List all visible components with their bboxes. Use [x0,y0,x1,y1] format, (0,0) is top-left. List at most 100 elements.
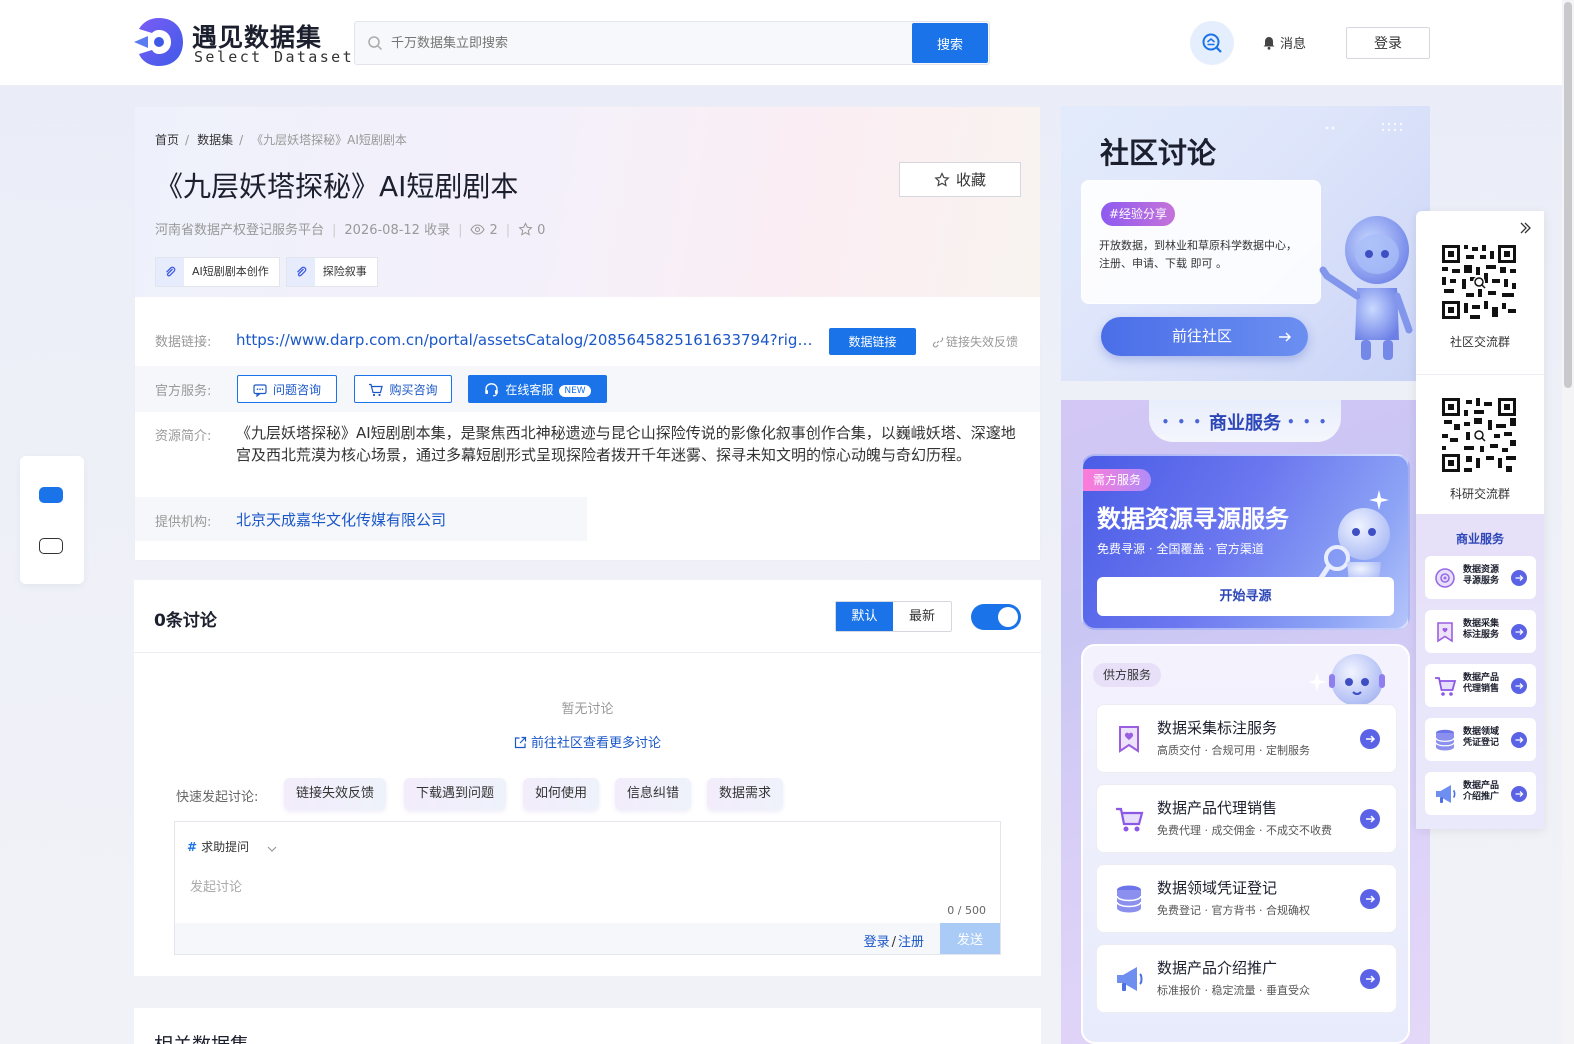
demand-service-card[interactable]: 需方服务 数据资源寻源服务 免费寻源 · 全国覆盖 · 官方渠道 开始寻源 [1081,454,1410,630]
search-icon [368,36,383,51]
view-toggle-filled-icon[interactable] [39,487,63,503]
right-float-panel: 社区交流群 科研交流群 商业服务 数据资源 寻源服务 数据采集 标注服务 数据产… [1416,211,1544,829]
editor-register-link[interactable]: 注册 [898,935,924,950]
link-feedback-label: 链接失效反馈 [946,335,1019,349]
side-item-annotation[interactable]: 数据采集 标注服务 [1425,610,1536,653]
target-icon [1435,568,1455,588]
arrow-circle-icon [1511,678,1527,694]
logo-subtitle: Select Dataset [194,48,355,66]
scrollbar-thumb[interactable] [1564,2,1572,388]
business-title: • • • 商业服务 • • • [1149,409,1341,435]
view-count: 2 [489,223,498,238]
collapse-chevron-icon[interactable] [1519,221,1531,235]
char-counter: 0 / 500 [947,904,986,917]
source-platform: 河南省数据产权登记服务平台 [155,223,325,238]
send-button[interactable]: 发送 [940,923,1000,954]
quick-chip[interactable]: 信息纠错 [615,778,692,810]
tag-item[interactable]: AI短剧剧本创作 [155,257,280,287]
site-logo[interactable]: 遇见数据集 Select Dataset [134,16,352,72]
arrow-circle-icon [1511,570,1527,586]
cart-icon [1116,807,1144,832]
side-item-label: 数据产品 代理销售 [1463,673,1511,695]
discussion-input[interactable]: 发起讨论 [190,876,242,895]
external-link-icon [514,736,527,749]
arrow-circle-icon [1360,889,1380,909]
supply-item-agency-sales[interactable]: 数据产品代理销售 免费代理 · 成交佣金 · 不成交不收费 [1096,784,1397,853]
quick-discuss-label: 快速发起讨论: [176,790,259,805]
supply-badge: 供方服务 [1093,663,1162,687]
sort-latest-tab[interactable]: 最新 [893,602,951,631]
data-link[interactable]: https://www.darp.com.cn/portal/assetsCat… [236,331,816,349]
purchase-consult-button[interactable]: 购买咨询 [354,375,452,403]
favorite-button[interactable]: 收藏 [899,162,1021,197]
community-more-link[interactable]: 前往社区查看更多讨论 [134,732,1041,751]
demand-badge: 需方服务 [1083,469,1152,491]
search-input[interactable] [391,22,911,64]
quick-chip[interactable]: 数据需求 [707,778,784,810]
supply-item-annotation[interactable]: 数据采集标注服务 高质交付 · 合规可用 · 定制服务 [1096,704,1397,773]
dataset-meta: 河南省数据产权登记服务平台 | 2026-08-12 收录 | 2 | 0 [155,222,546,238]
detail-header-area: 首页 / 数据集 / 《九层妖塔探秘》AI短剧剧本 《九层妖塔探秘》AI短剧剧本 收藏 … [135,107,1040,297]
start-sourcing-button[interactable]: 开始寻源 [1097,577,1394,616]
side-item-line2: 凭证登记 [1463,738,1500,748]
side-item-label: 数据产品 介绍推广 [1463,781,1511,803]
qr-code-icon [1440,243,1518,321]
empty-state: 暂无讨论 [561,702,614,717]
data-link-button[interactable]: 数据链接 [829,328,916,355]
question-consult-button[interactable]: 问题咨询 [237,375,337,403]
side-item-sourcing[interactable]: 数据资源 寻源服务 [1425,556,1536,599]
eye-icon [470,224,486,235]
provider-link[interactable]: 北京天成嘉华文化传媒有限公司 [236,509,446,530]
breadcrumb-home[interactable]: 首页 [155,133,179,147]
messages-link[interactable]: 消息 [1262,33,1306,52]
demand-title: 数据资源寻源服务 [1097,505,1289,533]
side-item-registration[interactable]: 数据领域 凭证登记 [1425,718,1536,761]
editor-footer: 登录 / 注册 发送 [175,923,1000,954]
star-outline-icon [518,222,533,236]
chevron-down-icon [267,846,277,852]
cart-icon [1435,677,1457,696]
quick-chip[interactable]: 如何使用 [523,778,600,810]
go-community-label: 前往社区 [1172,327,1233,345]
robot-magnifier-icon [1318,490,1390,582]
breadcrumb-datasets[interactable]: 数据集 [197,133,233,147]
quick-chip[interactable]: 链接失效反馈 [284,778,387,810]
supply-item-subtitle: 标准报价 · 稳定流量 · 垂直受众 [1157,984,1310,997]
logo-icon [134,18,183,66]
supply-item-promotion[interactable]: 数据产品介绍推广 标准报价 · 稳定流量 · 垂直受众 [1096,944,1397,1013]
tag-item[interactable]: 探险叙事 [285,257,378,287]
official-service-row: 官方服务: 问题咨询 购买咨询 在线客服 NEW [135,366,1040,412]
business-title-tab: • • • 商业服务 • • • [1149,400,1341,442]
side-item-promotion[interactable]: 数据产品 介绍推广 [1425,772,1536,815]
arrow-circle-icon [1511,786,1527,802]
related-title: 相关数据集 [154,1030,249,1044]
ai-search-button[interactable] [1190,21,1234,65]
online-support-button[interactable]: 在线客服 NEW [468,375,607,403]
editor-login-link[interactable]: 登录 [864,935,890,950]
link-feedback[interactable]: 链接失效反馈 [932,333,1018,350]
discussion-type-select[interactable]: # 求助提问 [187,838,277,855]
supply-item-registration[interactable]: 数据领域凭证登记 免费登记 · 官方背书 · 合规确权 [1096,864,1397,933]
discussion-type-label: 求助提问 [201,840,250,854]
left-float-panel [20,456,84,584]
discussion-toggle[interactable] [971,604,1021,630]
page-scrollbar[interactable] [1562,0,1574,1044]
side-item-line1: 数据资源 [1463,565,1500,575]
side-item-agency-sales[interactable]: 数据产品 代理销售 [1425,664,1536,707]
sort-default-tab[interactable]: 默认 [836,602,893,631]
search-button[interactable]: 搜索 [912,23,988,63]
side-item-label: 数据采集 标注服务 [1463,619,1511,641]
provider-label: 提供机构: [155,515,212,530]
community-card[interactable]: #经验分享 开放数据，到林业和草原科学数据中心，注册、申请、下载 即可 。 [1081,180,1321,304]
side-item-line2: 介绍推广 [1463,792,1500,802]
qr-code-icon [1440,396,1518,474]
side-item-line1: 数据领域 [1463,727,1500,737]
view-toggle-outline-icon[interactable] [39,538,63,554]
login-register-link: 登录 / 注册 [864,931,924,950]
community-badge: #经验分享 [1101,202,1176,226]
go-community-button[interactable]: 前往社区 [1101,317,1308,356]
megaphone-icon [1117,967,1143,991]
login-button[interactable]: 登录 [1346,27,1430,59]
quick-chip[interactable]: 下载遇到问题 [404,778,507,810]
side-item-line1: 数据产品 [1463,673,1500,683]
